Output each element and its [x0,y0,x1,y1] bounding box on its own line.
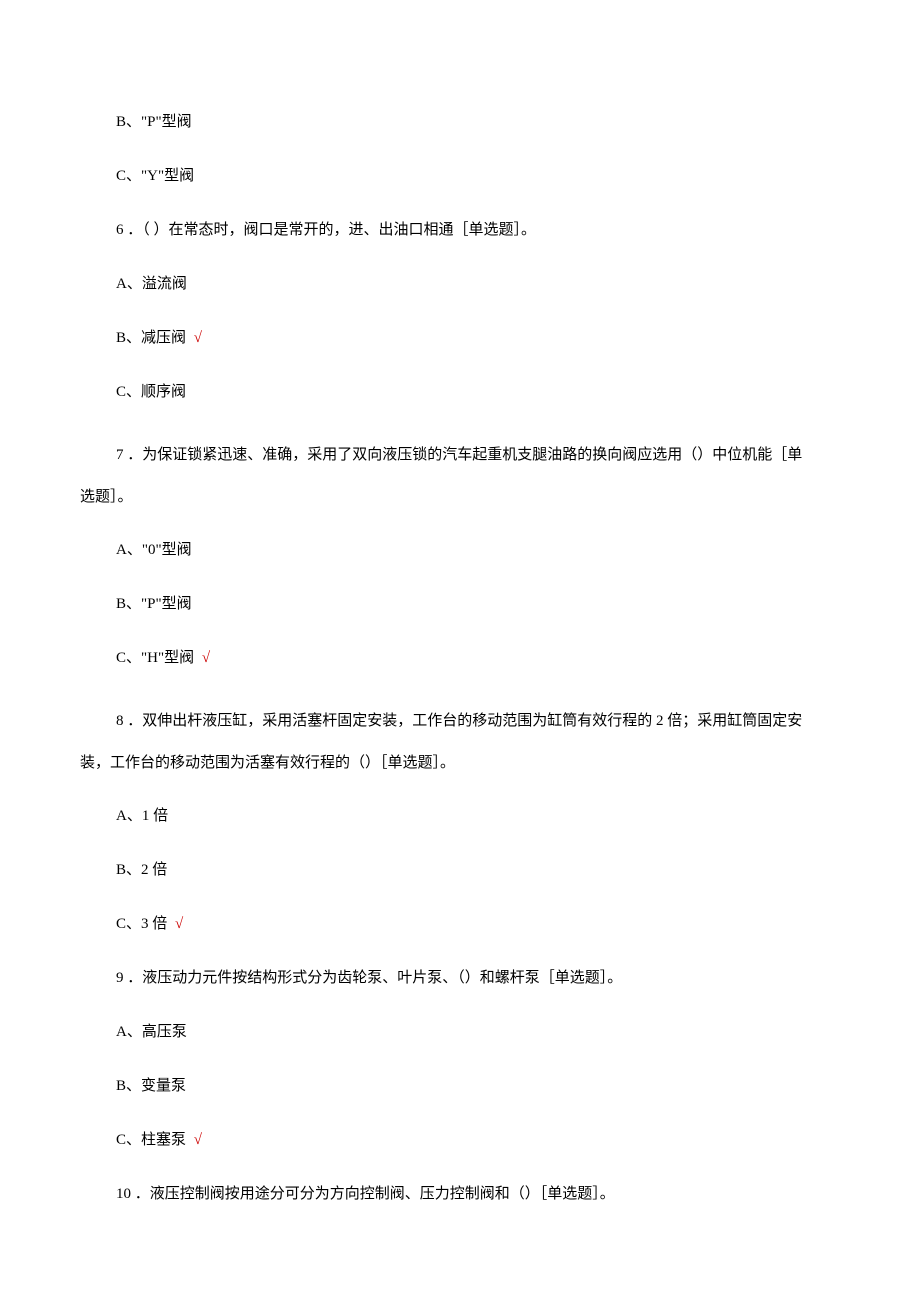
option-q8-b: B、2 倍 [80,858,840,882]
check-icon: √ [202,650,210,666]
check-icon: √ [175,916,183,932]
option-q5-c: C、"Y"型阀 [80,164,840,188]
option-text: B、"P"型阀 [116,596,192,612]
question-10: 10 ．液压控制阀按用途分可分为方向控制阀、压力控制阀和（）［单选题］。 [80,1182,840,1206]
option-q6-b: B、减压阀 √ [80,326,840,350]
question-text: ．（ ）在常态时，阀口是常开的，进、出油口相通［单选题］。 [127,222,536,238]
question-text: ．液压控制阀按用途分可分为方向控制阀、压力控制阀和（）［单选题］。 [135,1186,615,1202]
option-q7-b: B、"P"型阀 [80,592,840,616]
question-text-part1: ．双伸出杆液压缸，采用活塞杆固定安装，工作台的移动范围为缸筒有效行程的 2 倍；… [127,713,802,729]
question-number: 8 [116,700,124,742]
option-text: B、减压阀 [116,330,186,346]
question-number: 10 [116,1182,131,1206]
question-number: 7 [116,434,124,476]
option-text: C、3 倍 [116,916,167,932]
option-text: C、顺序阀 [116,384,186,400]
question-text-part2: 装，工作台的移动范围为活塞有效行程的（）［单选题］。 [80,755,455,771]
question-9: 9 ．液压动力元件按结构形式分为齿轮泵、叶片泵、（）和螺杆泵［单选题］。 [80,966,840,990]
option-text: C、"H"型阀 [116,650,194,666]
question-text-part2: 选题］。 [80,489,133,505]
option-q6-c: C、顺序阀 [80,380,840,404]
question-text: ．液压动力元件按结构形式分为齿轮泵、叶片泵、（）和螺杆泵［单选题］。 [127,970,622,986]
option-text: C、柱塞泵 [116,1132,186,1148]
question-6: 6 ．（ ）在常态时，阀口是常开的，进、出油口相通［单选题］。 [80,218,840,242]
option-q9-b: B、变量泵 [80,1074,840,1098]
option-text: B、2 倍 [116,862,167,878]
question-text-part1: ．为保证锁紧迅速、准确，采用了双向液压锁的汽车起重机支腿油路的换向阀应选用（）中… [127,447,802,463]
option-text: B、变量泵 [116,1078,186,1094]
option-q8-a: A、1 倍 [80,804,840,828]
option-text: A、溢流阀 [116,276,187,292]
check-icon: √ [194,330,202,346]
question-7: 7 ．为保证锁紧迅速、准确，采用了双向液压锁的汽车起重机支腿油路的换向阀应选用（… [80,434,840,518]
option-q6-a: A、溢流阀 [80,272,840,296]
option-text: A、"0"型阀 [116,542,192,558]
option-text: B、"P"型阀 [116,114,192,130]
option-text: A、高压泵 [116,1024,187,1040]
option-text: C、"Y"型阀 [116,168,194,184]
option-q7-a: A、"0"型阀 [80,538,840,562]
option-q9-c: C、柱塞泵 √ [80,1128,840,1152]
question-number: 9 [116,966,124,990]
check-icon: √ [194,1132,202,1148]
option-q7-c: C、"H"型阀 √ [80,646,840,670]
option-q8-c: C、3 倍 √ [80,912,840,936]
option-q5-b: B、"P"型阀 [80,110,840,134]
question-number: 6 [116,218,124,242]
option-q9-a: A、高压泵 [80,1020,840,1044]
question-8: 8 ．双伸出杆液压缸，采用活塞杆固定安装，工作台的移动范围为缸筒有效行程的 2 … [80,700,840,784]
option-text: A、1 倍 [116,808,168,824]
